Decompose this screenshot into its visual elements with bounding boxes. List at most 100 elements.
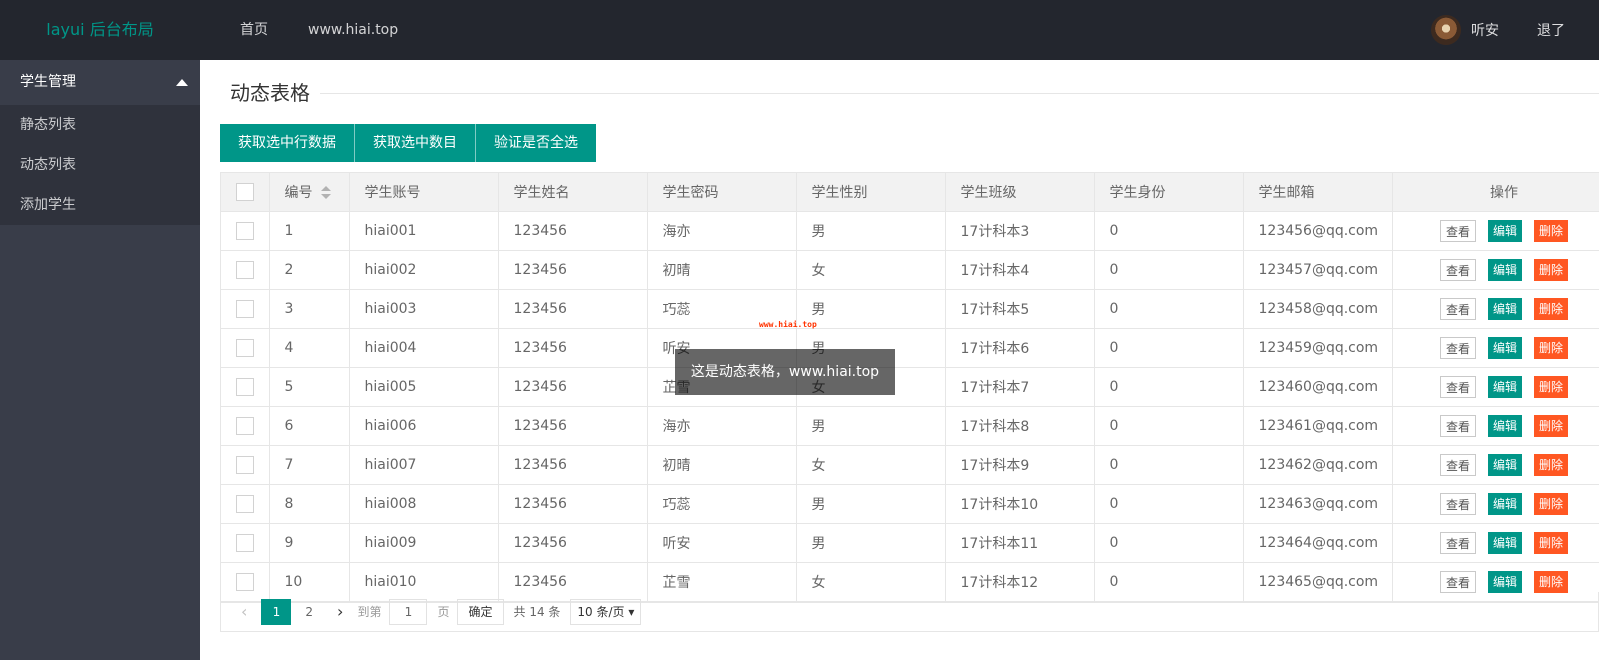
row-checkbox[interactable] [235, 416, 254, 435]
table-row[interactable]: 2 hiai002 123456 初晴女 17计科本4 0 123457@qq.com 查看编… [221, 250, 1599, 290]
delete-button[interactable]: 删除 [1534, 492, 1569, 515]
sidebar-item-dynamic-list[interactable]: 动态列表 [0, 145, 200, 185]
cell-email: 123459@qq.com [1243, 328, 1393, 368]
nav-home[interactable]: 首页 [220, 0, 288, 60]
page-size-select[interactable]: 10 条/页 ▾ [570, 598, 642, 625]
sidebar-item-static-list[interactable]: 静态列表 [0, 105, 200, 145]
delete-button[interactable]: 删除 [1534, 297, 1569, 320]
column-header-id[interactable]: 编号 [269, 173, 350, 212]
cell-id: 5 [269, 367, 350, 407]
goto-confirm-button[interactable]: 确定 [457, 598, 504, 625]
column-header-email: 学生邮箱 [1243, 173, 1393, 212]
user-name[interactable]: 听安 [1471, 20, 1499, 40]
delete-button[interactable]: 删除 [1534, 375, 1569, 398]
cell-actions: 查看 编辑 删除 [1392, 250, 1599, 290]
row-checkbox[interactable] [235, 260, 254, 279]
app-logo[interactable]: layui 后台布局 [0, 0, 200, 60]
next-page-icon[interactable]: › [327, 599, 353, 625]
edit-button[interactable]: 编辑 [1487, 414, 1522, 437]
cell-class: 17计科本11 [945, 523, 1095, 563]
sort-icon[interactable] [320, 185, 331, 200]
edit-button[interactable]: 编辑 [1487, 375, 1522, 398]
column-header-class: 学生班级 [945, 173, 1095, 212]
row-checkbox[interactable] [235, 572, 254, 591]
edit-button[interactable]: 编辑 [1487, 453, 1522, 476]
row-checkbox[interactable] [235, 533, 254, 552]
table-row[interactable]: 3 hiai003 123456 巧蕊男 17计科本5 0 123458@qq.com 查看编… [221, 289, 1599, 329]
cell-actions: 查看 编辑 删除 [1392, 523, 1599, 563]
delete-button[interactable]: 删除 [1534, 414, 1569, 437]
view-button[interactable]: 查看 [1439, 219, 1476, 242]
edit-button[interactable]: 编辑 [1487, 336, 1522, 359]
nav-site-link[interactable]: www.hiai.top [288, 0, 418, 60]
cell-id: 3 [269, 289, 350, 329]
avatar[interactable] [1431, 15, 1461, 45]
delete-button[interactable]: 删除 [1534, 531, 1569, 554]
table-row[interactable]: 6 hiai006 123456 海亦男 17计科本8 0 123461@qq.com 查看编… [221, 406, 1599, 446]
table-row[interactable]: 1 hiai001 123456 海亦男 17计科本3 0 123456@qq.com 查看编… [221, 211, 1599, 251]
caret-down-icon: ▾ [628, 604, 635, 619]
cell-id: 7 [269, 445, 350, 485]
table-row[interactable]: 5hiai005123456芷雪女17计科本70123460@qq.com查看编… [221, 367, 1599, 407]
table-row[interactable]: 7 hiai007 123456 初晴女 17计科本9 0 123462@qq.com 查看编… [221, 445, 1599, 485]
sidebar-group-student[interactable]: 学生管理 [0, 60, 200, 105]
row-checkbox[interactable] [235, 494, 254, 513]
goto-label: 到第 [357, 605, 382, 619]
check-all-selected-button[interactable]: 验证是否全选 [476, 124, 596, 162]
view-button[interactable]: 查看 [1439, 336, 1476, 359]
page-2[interactable]: 2 [295, 599, 323, 625]
delete-button[interactable]: 删除 [1534, 219, 1569, 242]
view-button[interactable]: 查看 [1439, 492, 1476, 515]
cell-name: 123456 [498, 523, 648, 563]
row-checkbox-cell [221, 250, 270, 290]
page-title: 动态表格 [220, 76, 320, 110]
cell-account: hiai008 [349, 484, 499, 524]
row-checkbox[interactable] [235, 455, 254, 474]
cell-email: 123461@qq.com [1243, 406, 1393, 446]
table-row[interactable]: 9 hiai009 123456 听安男 17计科本11 0 123464@qq.com 查看… [221, 523, 1599, 563]
cell-id: 1 [269, 211, 350, 251]
view-button[interactable]: 查看 [1439, 414, 1476, 437]
table-row[interactable]: 8 hiai008 123456 巧蕊男 17计科本10 0 123463@qq.com 查看… [221, 484, 1599, 524]
row-checkbox[interactable] [235, 338, 254, 357]
column-header-account: 学生账号 [349, 173, 499, 212]
legend-divider [220, 93, 1599, 94]
delete-button[interactable]: 删除 [1534, 453, 1569, 476]
prev-page-icon[interactable]: ‹ [231, 599, 257, 625]
view-button[interactable]: 查看 [1439, 531, 1476, 554]
sidebar-item-add-student[interactable]: 添加学生 [0, 185, 200, 225]
table-row[interactable]: 4hiai004123456听安男17计科本60123459@qq.com查看编… [221, 328, 1599, 368]
edit-button[interactable]: 编辑 [1487, 219, 1522, 242]
cell-password: 初晴 [647, 250, 797, 290]
cell-identity: 0 [1094, 445, 1244, 485]
edit-button[interactable]: 编辑 [1487, 531, 1522, 554]
cell-identity: 0 [1094, 484, 1244, 524]
delete-button[interactable]: 删除 [1534, 258, 1569, 281]
row-checkbox[interactable] [235, 377, 254, 396]
cell-id: 6 [269, 406, 350, 446]
page-1[interactable]: 1 [261, 598, 292, 625]
goto-page-input[interactable]: 1 [389, 598, 428, 625]
view-button[interactable]: 查看 [1439, 453, 1476, 476]
cell-class: 17计科本3 [945, 211, 1095, 251]
row-checkbox[interactable] [235, 221, 254, 240]
view-button[interactable]: 查看 [1439, 375, 1476, 398]
edit-button[interactable]: 编辑 [1487, 297, 1522, 320]
get-checked-count-button[interactable]: 获取选中数目 [355, 124, 476, 162]
row-checkbox-cell [221, 406, 270, 446]
row-checkbox[interactable] [235, 299, 254, 318]
edit-button[interactable]: 编辑 [1487, 492, 1522, 515]
edit-button[interactable]: 编辑 [1487, 258, 1522, 281]
delete-button[interactable]: 删除 [1534, 570, 1569, 593]
get-checked-data-button[interactable]: 获取选中行数据 [220, 124, 355, 162]
cell-class: 17计科本6 [945, 328, 1095, 368]
logout-link[interactable]: 退了 [1537, 20, 1565, 40]
view-button[interactable]: 查看 [1439, 258, 1476, 281]
edit-button[interactable]: 编辑 [1487, 570, 1522, 593]
cell-name: 123456 [498, 484, 648, 524]
view-button[interactable]: 查看 [1439, 570, 1476, 593]
delete-button[interactable]: 删除 [1534, 336, 1569, 359]
select-all-checkbox[interactable] [235, 182, 254, 201]
cell-identity: 0 [1094, 367, 1244, 407]
view-button[interactable]: 查看 [1439, 297, 1476, 320]
